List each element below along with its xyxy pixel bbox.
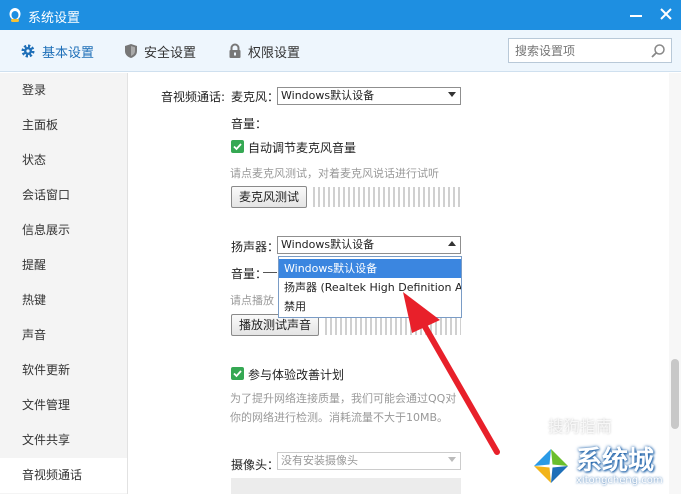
mic-hint: 请点麦克风测试，对着麦克风说话进行试听 bbox=[230, 167, 439, 180]
sidebar-item-status[interactable]: 状态 bbox=[0, 143, 127, 178]
window-title: 系统设置 bbox=[28, 11, 81, 26]
mic-select-value: Windows默认设备 bbox=[281, 89, 375, 102]
speaker-hint: 请点播放 bbox=[230, 294, 274, 307]
section-label: 音视频通话: bbox=[161, 90, 226, 104]
search-input[interactable] bbox=[509, 39, 649, 62]
speaker-option-disabled[interactable]: 禁用 bbox=[279, 297, 461, 316]
settings-tab-bar: 基本设置 安全设置 权限设置 bbox=[0, 30, 681, 72]
experience-checkbox[interactable] bbox=[231, 367, 244, 380]
tab-basic-settings[interactable]: 基本设置 bbox=[20, 41, 94, 61]
mic-volume-label: 音量： bbox=[231, 117, 268, 131]
experience-label: 参与体验改善计划 bbox=[248, 368, 345, 382]
speaker-select-value: Windows默认设备 bbox=[281, 238, 375, 251]
windows-logo-icon bbox=[530, 445, 572, 487]
camera-label: 摄像头： bbox=[231, 458, 280, 472]
sidebar-item-av-call[interactable]: 音视频通话 bbox=[0, 458, 127, 493]
tab-security-settings[interactable]: 安全设置 bbox=[124, 41, 196, 61]
title-bar: 系统设置 bbox=[0, 0, 681, 30]
settings-sidebar: 登录 主面板 状态 会话窗口 信息展示 提醒 热键 声音 软件更新 文件管理 文… bbox=[0, 73, 128, 494]
checkmark-icon bbox=[233, 143, 242, 151]
sidebar-item-software-update[interactable]: 软件更新 bbox=[0, 353, 127, 388]
tab-permission-settings[interactable]: 权限设置 bbox=[228, 41, 300, 61]
speaker-dropdown-list: Windows默认设备 扬声器 (Realtek High Definition… bbox=[278, 256, 462, 318]
sogou-watermark: 搜狗指南 bbox=[548, 417, 613, 436]
speaker-volume-slider[interactable] bbox=[263, 272, 277, 273]
speaker-select[interactable]: Windows默认设备 bbox=[277, 236, 461, 254]
chevron-down-icon bbox=[448, 92, 456, 97]
speaker-option-default[interactable]: Windows默认设备 bbox=[279, 259, 461, 278]
mic-test-button[interactable]: 麦克风测试 bbox=[231, 186, 307, 208]
lock-icon bbox=[229, 43, 241, 58]
tab-label: 权限设置 bbox=[248, 45, 301, 61]
chevron-down-icon bbox=[448, 457, 456, 462]
shield-icon bbox=[125, 44, 137, 58]
speaker-volume-label: 音量： bbox=[231, 267, 268, 281]
speaker-level-meter bbox=[325, 315, 461, 335]
site-watermark: 系统城 xitongcheng.com bbox=[528, 437, 681, 494]
scrollbar-thumb[interactable] bbox=[671, 359, 679, 429]
gear-icon bbox=[21, 44, 35, 58]
app-logo-icon bbox=[9, 8, 21, 22]
auto-adjust-checkbox[interactable] bbox=[231, 140, 244, 153]
sidebar-item-main-panel[interactable]: 主面板 bbox=[0, 108, 127, 143]
sidebar-item-reminder[interactable]: 提醒 bbox=[0, 248, 127, 283]
camera-select-value: 没有安装摄像头 bbox=[281, 454, 358, 467]
close-icon[interactable] bbox=[654, 4, 678, 26]
auto-adjust-label: 自动调节麦克风音量 bbox=[248, 141, 357, 155]
chevron-up-icon bbox=[448, 241, 456, 246]
sidebar-item-file-sharing[interactable]: 文件共享 bbox=[0, 423, 127, 458]
search-box[interactable] bbox=[508, 38, 672, 63]
experience-desc-line2: 你的网络进行检测。消耗流量不大于10MB。 bbox=[230, 411, 449, 424]
checkmark-icon bbox=[233, 370, 242, 378]
minimize-icon[interactable] bbox=[624, 4, 648, 26]
experience-desc-line1: 为了提升网络连接质量，我们可能会通过QQ对 bbox=[230, 392, 457, 405]
mic-label: 麦克风： bbox=[231, 90, 280, 104]
sidebar-item-chat-window[interactable]: 会话窗口 bbox=[0, 178, 127, 213]
speaker-option-realtek[interactable]: 扬声器 (Realtek High Definition Audio bbox=[279, 278, 461, 297]
camera-preview bbox=[231, 478, 461, 494]
watermark-brand: 系统城 bbox=[576, 446, 655, 476]
speaker-label: 扬声器： bbox=[231, 240, 280, 254]
sidebar-item-hotkeys[interactable]: 热键 bbox=[0, 283, 127, 318]
watermark-domain: xitongcheng.com bbox=[576, 475, 663, 486]
sidebar-item-login[interactable]: 登录 bbox=[0, 73, 127, 108]
sidebar-item-info-display[interactable]: 信息展示 bbox=[0, 213, 127, 248]
sidebar-item-file-management[interactable]: 文件管理 bbox=[0, 388, 127, 423]
mic-level-meter bbox=[313, 187, 461, 207]
sidebar-item-sound[interactable]: 声音 bbox=[0, 318, 127, 353]
tab-label: 基本设置 bbox=[42, 45, 95, 61]
search-icon[interactable] bbox=[650, 43, 666, 59]
mic-select[interactable]: Windows默认设备 bbox=[277, 87, 461, 105]
tab-label: 安全设置 bbox=[144, 45, 197, 61]
content-scrollbar[interactable] bbox=[669, 73, 681, 494]
camera-select[interactable]: 没有安装摄像头 bbox=[277, 452, 461, 470]
